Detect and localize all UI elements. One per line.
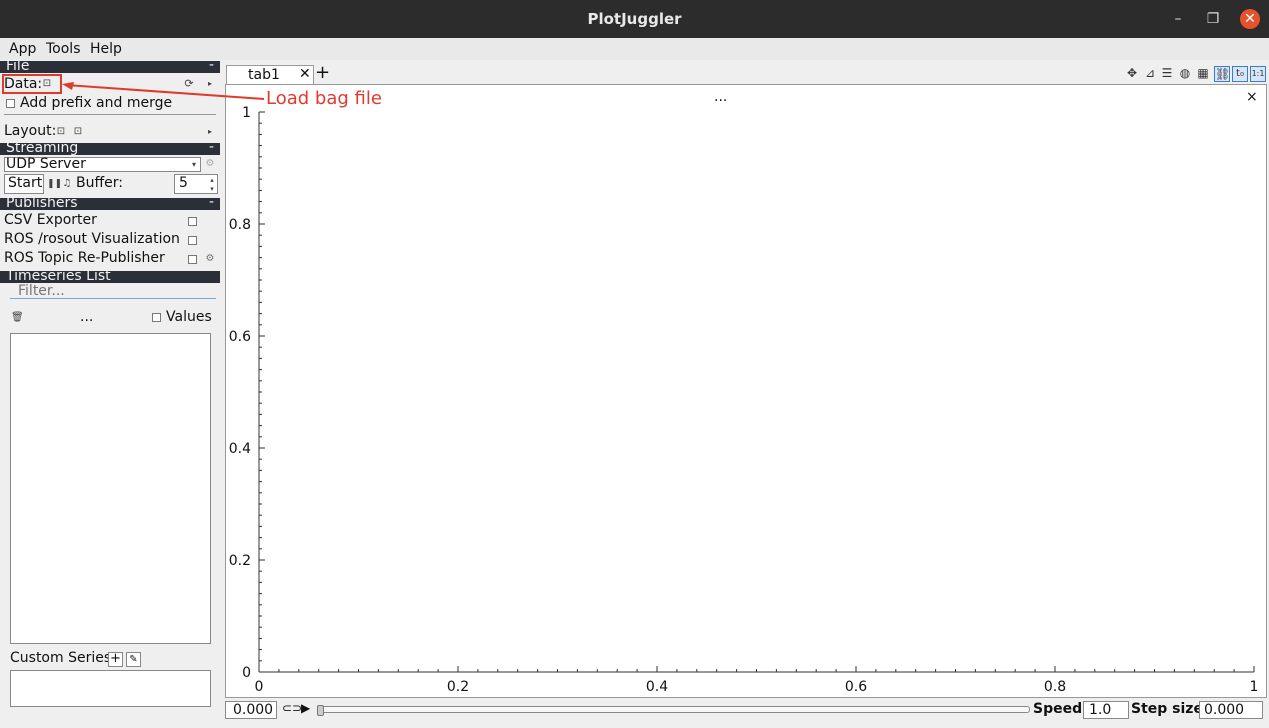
x-tick-label: 0.2 <box>447 679 469 695</box>
buffer-value: 5 <box>179 175 188 191</box>
streaming-source-select[interactable]: UDP Server ▾ <box>4 156 201 172</box>
publisher-item: ROS Topic Re-Publisher <box>4 250 165 266</box>
timeline-slider[interactable] <box>317 705 1030 716</box>
step-size-label: Step size: <box>1131 701 1209 717</box>
publishers-header-label: Publishers <box>6 195 78 211</box>
chevron-down-icon: ▾ <box>191 160 196 169</box>
chevron-right-icon[interactable]: ▸ <box>205 127 215 137</box>
time-field[interactable]: 0.000 <box>225 701 277 719</box>
collapse-publishers-button[interactable]: - <box>209 195 214 209</box>
speed-value: 1.0 <box>1089 702 1112 718</box>
timeseries-section-header: Timeseries List <box>0 268 220 284</box>
x-tick-label: 1 <box>1250 679 1259 695</box>
trash-icon[interactable]: 🗑 <box>11 313 24 323</box>
gear-icon[interactable]: ⚙ <box>205 254 215 264</box>
time-value: 0.000 <box>233 702 274 718</box>
menu-help[interactable]: Help <box>90 41 122 57</box>
publisher-checkbox[interactable] <box>188 255 197 264</box>
publishers-section-header[interactable]: Publishers - <box>0 195 220 211</box>
menu-tools[interactable]: Tools <box>46 41 81 57</box>
spin-down-icon[interactable]: ▾ <box>207 184 217 193</box>
speed-spinbox[interactable]: 1.0 <box>1083 701 1129 719</box>
plot-frame[interactable]: ... × 1 0.8 0.6 0.4 0.2 0 0 0.2 0.4 0.6 0.8 1 <box>225 84 1267 698</box>
minimize-icon[interactable]: – <box>1168 9 1188 29</box>
grid-icon[interactable]: ▦ <box>1196 66 1210 80</box>
buffer-label: Buffer: <box>76 175 123 191</box>
file-header-label: File <box>6 58 30 74</box>
buffer-spinbox[interactable]: 5 ▴ ▾ <box>174 174 218 194</box>
maximize-icon[interactable]: ❐ <box>1203 9 1223 29</box>
start-label: Start <box>8 175 43 191</box>
save-icon[interactable]: ⊡ <box>73 127 83 137</box>
add-custom-series-button[interactable]: + <box>108 652 123 667</box>
x-tick-label: 0.4 <box>646 679 668 695</box>
start-button[interactable]: Start <box>4 174 44 194</box>
x-tick-label: 0.6 <box>845 679 867 695</box>
timeseries-header-label: Timeseries List <box>6 268 111 284</box>
menu-app[interactable]: App <box>9 41 36 57</box>
streaming-source-value: UDP Server <box>6 156 86 172</box>
x-tick-label: 0 <box>255 679 264 695</box>
plot-axes: 10.80.60.40.200 0.2 0.4 0.6 0.8 1 <box>229 105 1259 695</box>
y-tick-label: 0.4 <box>229 441 251 457</box>
filter-input[interactable] <box>10 284 216 299</box>
play-icon[interactable]: ▶ <box>301 701 310 715</box>
collapse-file-button[interactable]: - <box>209 58 214 72</box>
title-bar: PlotJuggler – ❐ ✕ <box>0 0 1269 38</box>
publisher-checkbox[interactable] <box>188 217 197 226</box>
custom-series-list[interactable] <box>10 670 211 707</box>
menu-bar: App Tools Help <box>0 38 1269 60</box>
bell-icon: ♫ <box>62 178 72 189</box>
legend-icon[interactable]: ☰ <box>1160 66 1174 80</box>
time-icon[interactable]: t₀ <box>1232 66 1248 82</box>
zoom-icon[interactable]: ◍ <box>1178 66 1192 80</box>
move-icon[interactable]: ✥ <box>1125 66 1139 80</box>
x-tick-label: 0.8 <box>1044 679 1066 695</box>
publisher-item: ROS /rosout Visualization <box>4 231 180 247</box>
y-tick-label: 0.8 <box>229 217 251 233</box>
spin-up-icon[interactable]: ▴ <box>207 175 217 184</box>
timeseries-list[interactable] <box>10 333 211 644</box>
folder-open-icon[interactable]: ⊡ <box>56 127 66 137</box>
close-icon[interactable]: ✕ <box>1240 9 1260 29</box>
edit-custom-series-button[interactable]: ✎ <box>126 652 141 667</box>
slider-handle[interactable] <box>317 705 324 716</box>
streaming-section-header[interactable]: Streaming - <box>0 140 220 156</box>
step-size-value: 0.000 <box>1204 702 1245 718</box>
axes-icon[interactable]: ⊿ <box>1143 66 1157 80</box>
loop-icon[interactable]: ⊂⊃ <box>282 701 302 715</box>
y-tick-label: 0.2 <box>229 553 251 569</box>
link-icon[interactable]: ⛓ <box>1214 66 1230 82</box>
annotation-text: Load bag file <box>266 88 382 109</box>
values-label: Values <box>166 309 212 325</box>
layout-label: Layout: <box>4 123 57 139</box>
file-section-header[interactable]: File - <box>0 58 220 74</box>
pause-icon[interactable]: ❚❚ <box>47 179 62 189</box>
annotation-highlight-box <box>2 74 62 94</box>
ellipsis-button[interactable]: ... <box>80 309 93 325</box>
values-checkbox[interactable] <box>152 313 161 322</box>
speed-label: Speed: <box>1033 701 1088 717</box>
collapse-streaming-button[interactable]: - <box>209 140 214 154</box>
custom-series-label: Custom Series: <box>10 650 116 666</box>
gear-icon[interactable]: ⚙ <box>205 159 215 169</box>
window-title: PlotJuggler <box>587 10 682 28</box>
add-prefix-checkbox[interactable] <box>6 99 15 108</box>
publisher-checkbox[interactable] <box>188 236 197 245</box>
step-size-spinbox[interactable]: 0.000 <box>1199 701 1263 719</box>
publisher-item: CSV Exporter <box>4 212 97 228</box>
y-tick-label: 0 <box>242 665 251 681</box>
y-tick-label: 0.6 <box>229 329 251 345</box>
streaming-header-label: Streaming <box>6 140 79 156</box>
ratio-icon[interactable]: 1:1 <box>1250 66 1266 82</box>
